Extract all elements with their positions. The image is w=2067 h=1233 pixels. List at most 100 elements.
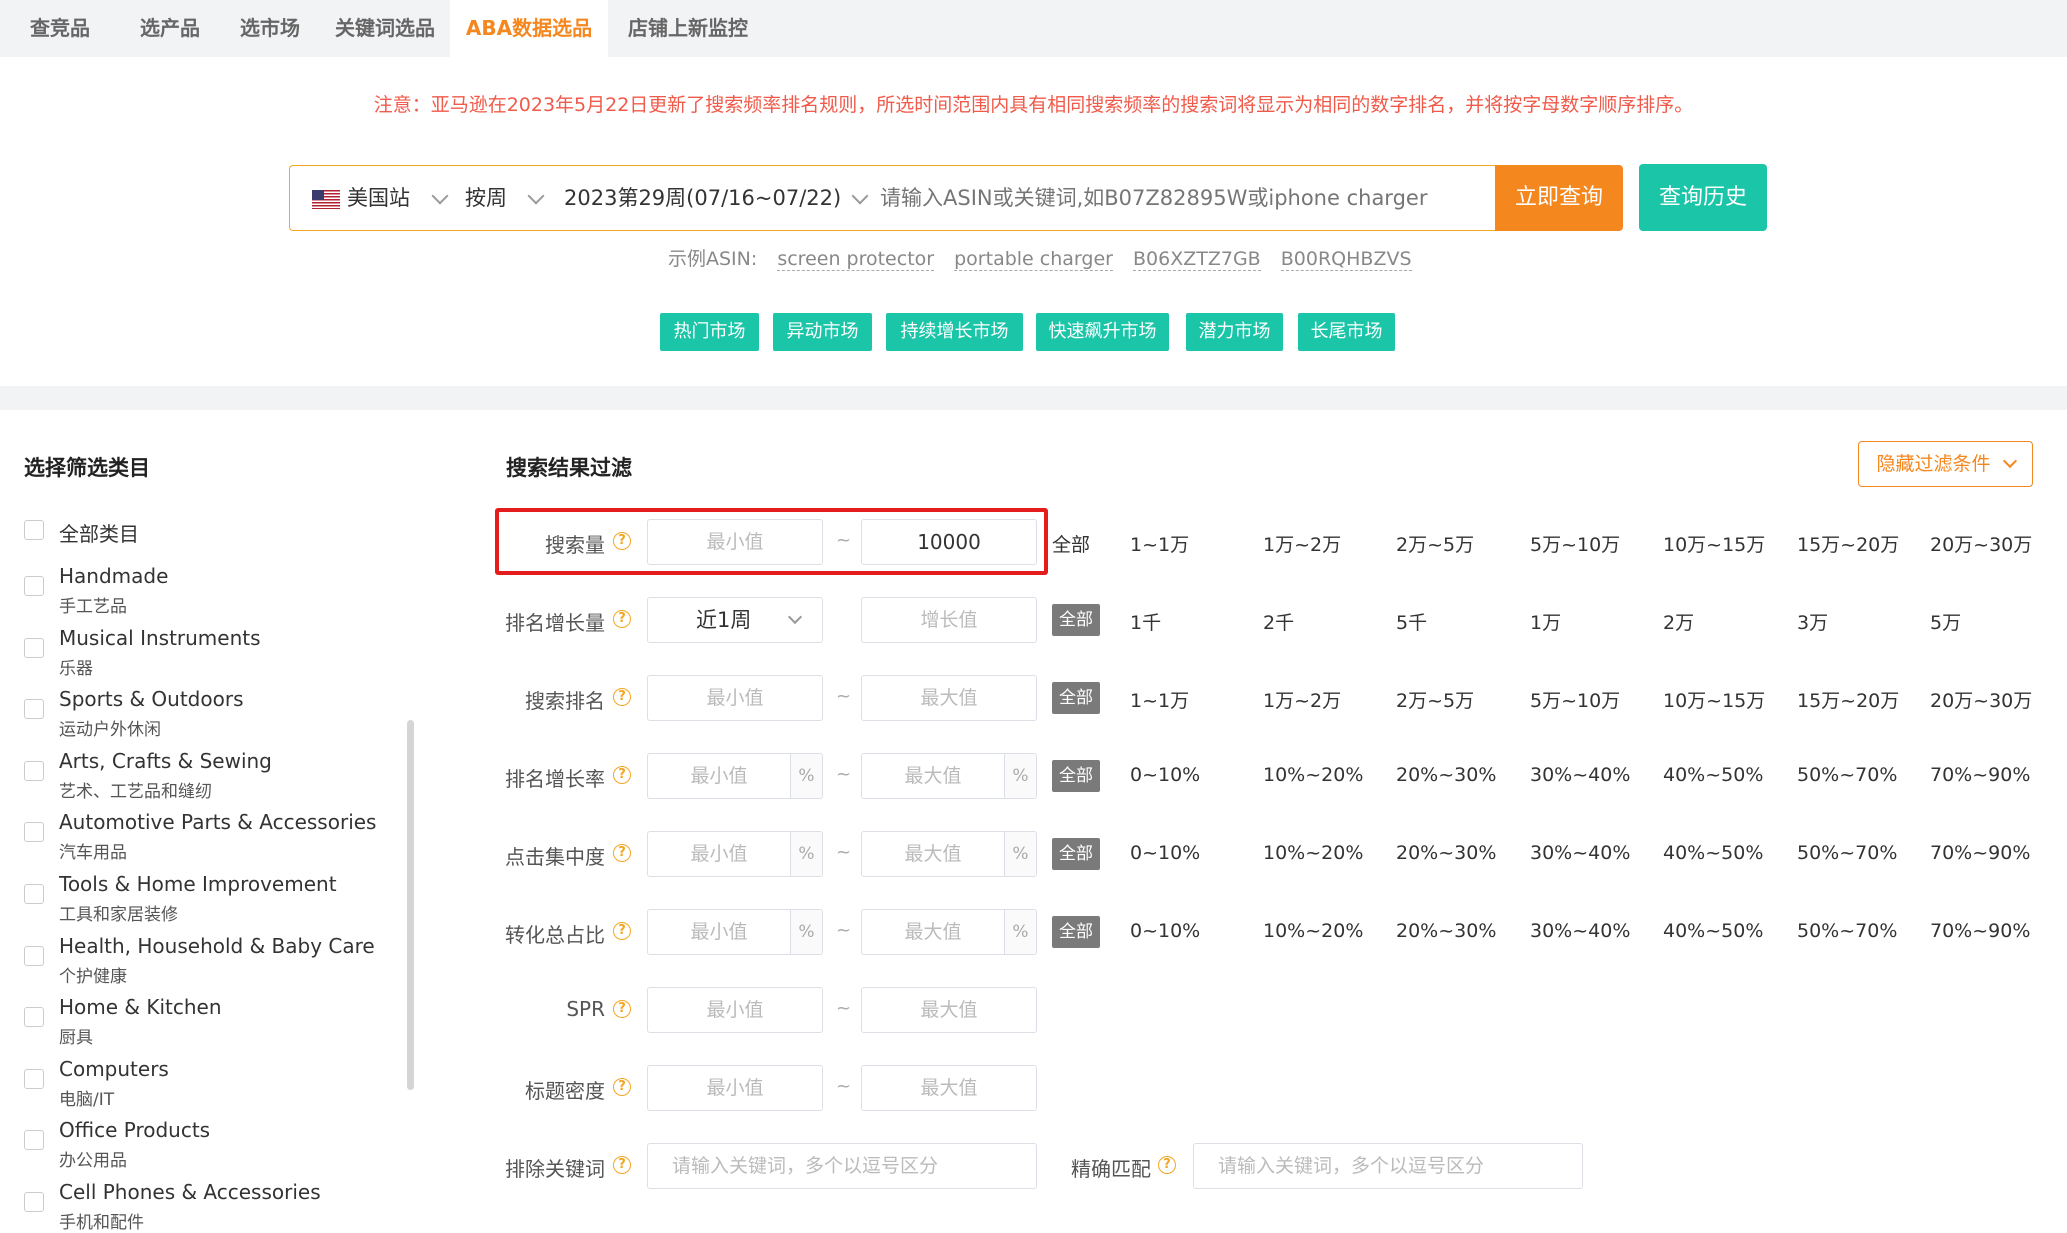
help-icon[interactable]: ? <box>613 844 631 862</box>
category-checkbox[interactable] <box>24 1068 44 1089</box>
range-option[interactable]: 5万~10万 <box>1530 530 1620 557</box>
range-option[interactable]: 1千 <box>1130 608 1161 635</box>
range-option[interactable]: 0~10% <box>1130 842 1200 864</box>
option-all[interactable]: 全部 <box>1052 760 1100 792</box>
category-checkbox[interactable] <box>24 520 44 540</box>
option-all[interactable]: 全部 <box>1052 604 1100 636</box>
range-option[interactable]: 10万~15万 <box>1663 530 1765 557</box>
range-option[interactable]: 1~1万 <box>1130 530 1189 557</box>
help-icon[interactable]: ? <box>613 1000 631 1018</box>
history-button[interactable]: 查询历史 <box>1639 164 1767 231</box>
range-option[interactable]: 20万~30万 <box>1930 686 2032 713</box>
range-option[interactable]: 1万 <box>1530 608 1561 635</box>
site-select[interactable]: 美国站 <box>347 166 410 230</box>
tab-product[interactable]: 选产品 <box>120 0 220 57</box>
category-checkbox[interactable] <box>24 1007 44 1028</box>
tab-competitor[interactable]: 查竞品 <box>0 0 120 57</box>
range-option[interactable]: 15万~20万 <box>1797 530 1899 557</box>
range-option[interactable]: 30%~40% <box>1530 842 1630 864</box>
range-option[interactable]: 20%~30% <box>1396 764 1496 786</box>
max-input[interactable]: 增长值 <box>861 597 1037 643</box>
range-option[interactable]: 20%~30% <box>1396 920 1496 942</box>
option-all[interactable]: 全部 <box>1052 682 1100 714</box>
range-option[interactable]: 0~10% <box>1130 764 1200 786</box>
range-option[interactable]: 40%~50% <box>1663 842 1763 864</box>
range-option[interactable]: 1万~2万 <box>1263 530 1341 557</box>
range-option[interactable]: 10万~15万 <box>1663 686 1765 713</box>
market-anomaly-button[interactable]: 异动市场 <box>773 313 872 351</box>
range-option[interactable]: 0~10% <box>1130 920 1200 942</box>
category-scrollbar[interactable] <box>407 720 414 1090</box>
help-icon[interactable]: ? <box>613 610 631 628</box>
example-link[interactable]: screen protector <box>777 248 935 271</box>
range-option[interactable]: 40%~50% <box>1663 920 1763 942</box>
category-checkbox[interactable] <box>24 884 44 904</box>
market-potential-button[interactable]: 潜力市场 <box>1186 313 1283 351</box>
min-input[interactable]: 最小值% <box>647 909 823 955</box>
period-select[interactable]: 近1周 <box>647 597 823 643</box>
week-select[interactable]: 2023第29周(07/16~07/22) <box>564 166 841 230</box>
option-all[interactable]: 全部 <box>1052 530 1090 557</box>
max-input[interactable]: 最大值 <box>861 1065 1037 1111</box>
range-option[interactable]: 2万~5万 <box>1396 686 1474 713</box>
period-type-select[interactable]: 按周 <box>465 166 507 230</box>
range-option[interactable]: 5万~10万 <box>1530 686 1620 713</box>
max-input[interactable]: 最大值% <box>861 753 1037 799</box>
range-option[interactable]: 10%~20% <box>1263 842 1363 864</box>
min-input[interactable]: 最小值 <box>647 1065 823 1111</box>
range-option[interactable]: 10%~20% <box>1263 920 1363 942</box>
range-option[interactable]: 20万~30万 <box>1930 530 2032 557</box>
category-checkbox[interactable] <box>24 576 44 596</box>
category-checkbox[interactable] <box>24 945 44 966</box>
tab-market[interactable]: 选市场 <box>220 0 320 57</box>
category-checkbox[interactable] <box>24 822 44 843</box>
range-option[interactable]: 20%~30% <box>1396 842 1496 864</box>
range-option[interactable]: 1万~2万 <box>1263 686 1341 713</box>
example-link[interactable]: portable charger <box>954 248 1113 271</box>
min-input[interactable]: 最小值% <box>647 831 823 877</box>
category-checkbox[interactable] <box>24 637 44 658</box>
category-checkbox[interactable] <box>24 699 44 720</box>
market-growing-button[interactable]: 持续增长市场 <box>886 313 1023 351</box>
tab-aba[interactable]: ABA数据选品 <box>450 0 608 57</box>
market-rising-button[interactable]: 快速飙升市场 <box>1036 313 1169 351</box>
range-option[interactable]: 50%~70% <box>1797 764 1897 786</box>
help-icon[interactable]: ? <box>1158 1156 1176 1174</box>
category-checkbox[interactable] <box>24 760 44 781</box>
range-option[interactable]: 30%~40% <box>1530 920 1630 942</box>
category-checkbox[interactable] <box>24 1130 44 1151</box>
help-icon[interactable]: ? <box>613 688 631 706</box>
range-option[interactable]: 70%~90% <box>1930 764 2030 786</box>
range-option[interactable]: 3万 <box>1797 608 1828 635</box>
example-link[interactable]: B06XZTZ7GB <box>1133 248 1261 271</box>
range-option[interactable]: 5万 <box>1930 608 1961 635</box>
range-option[interactable]: 5千 <box>1396 608 1427 635</box>
range-option[interactable]: 50%~70% <box>1797 920 1897 942</box>
example-link[interactable]: B00RQHBZVS <box>1280 248 1412 271</box>
max-input[interactable]: 最大值 <box>861 675 1037 721</box>
max-input[interactable]: 最大值 <box>861 987 1037 1033</box>
max-input[interactable]: 最大值% <box>861 831 1037 877</box>
range-option[interactable]: 40%~50% <box>1663 764 1763 786</box>
range-option[interactable]: 50%~70% <box>1797 842 1897 864</box>
min-input[interactable]: 最小值 <box>647 675 823 721</box>
min-input[interactable]: 最小值% <box>647 753 823 799</box>
max-input[interactable]: 最大值% <box>861 909 1037 955</box>
tab-keyword[interactable]: 关键词选品 <box>320 0 450 57</box>
market-longtail-button[interactable]: 长尾市场 <box>1298 313 1395 351</box>
help-icon[interactable]: ? <box>613 766 631 784</box>
tab-store-monitor[interactable]: 店铺上新监控 <box>608 0 768 57</box>
range-option[interactable]: 70%~90% <box>1930 842 2030 864</box>
option-all[interactable]: 全部 <box>1052 916 1100 948</box>
min-input[interactable]: 最小值 <box>647 987 823 1033</box>
range-option[interactable]: 2万~5万 <box>1396 530 1474 557</box>
query-button[interactable]: 立即查询 <box>1495 165 1623 231</box>
hide-filters-button[interactable]: 隐藏过滤条件 <box>1858 441 2033 487</box>
help-icon[interactable]: ? <box>613 1078 631 1096</box>
exclude-keywords-input[interactable]: 请输入关键词，多个以逗号区分 <box>647 1143 1037 1189</box>
range-option[interactable]: 30%~40% <box>1530 764 1630 786</box>
help-icon[interactable]: ? <box>613 1156 631 1174</box>
range-option[interactable]: 10%~20% <box>1263 764 1363 786</box>
range-option[interactable]: 2万 <box>1663 608 1694 635</box>
range-option[interactable]: 2千 <box>1263 608 1294 635</box>
